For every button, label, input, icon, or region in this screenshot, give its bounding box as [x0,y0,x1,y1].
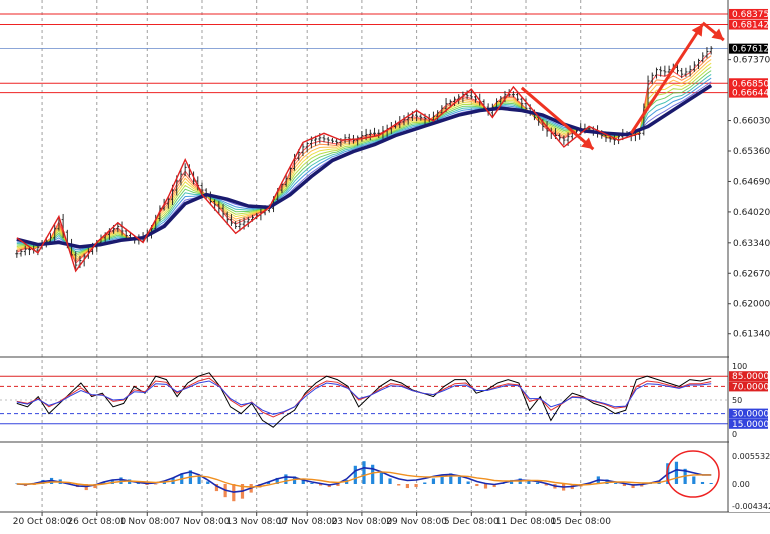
macd-bar-60 [535,482,540,484]
chart-window: 0.61340 0.62000 0.62670 0.63340 0.64020 0.646… [0,0,770,530]
time-tick-label-2: 1 Nov 08:00 [120,517,175,527]
macd-bar-45 [405,484,409,489]
macd-bar-43 [388,478,392,484]
price-tick-label-5: 0.64690 [733,177,770,187]
macd-bar-52 [466,481,470,484]
price-tick-label-1: 0.62000 [733,300,770,310]
time-tick-label-6: 23 Nov 08:00 [332,517,393,527]
osc-level-label-0: 85.0000 [732,372,769,382]
chart-background [0,0,770,530]
macd-bar-79 [700,481,705,484]
macd-bar-44 [397,484,401,486]
osc-tick-label-1: 50 [732,396,742,405]
time-tick-label-5: 17 Nov 08:00 [277,517,338,527]
last-price-label: 0.67612 [732,45,769,55]
price-tick-label-0: 0.61340 [733,330,770,340]
time-tick-label-0: 20 Oct 08:00 [13,517,72,527]
osc-level-label-3: 15.0000 [732,420,769,430]
level-label-0: 0.68375 [732,10,769,20]
price-tick-label-6: 0.65360 [733,147,770,157]
macd-bar-21 [197,475,201,484]
time-tick-label-9: 11 Dec 08:00 [496,517,557,527]
macd-bar-12 [119,477,123,484]
price-tick-label-7: 0.66030 [733,117,770,127]
macd-bar-31 [284,474,288,484]
macd-bar-51 [457,476,462,484]
macd-bar-40 [362,461,366,484]
macd-bar-69 [614,482,618,484]
macd-bar-53 [475,484,479,487]
price-tick-label-8: 0.67370 [733,56,770,66]
macd-bar-16 [154,484,158,485]
osc-tick-label-2: 0 [732,430,737,439]
macd-bar-42 [379,471,383,484]
price-tick-label-3: 0.63340 [733,239,770,249]
macd-bar-78 [692,476,696,484]
macd-bar-47 [423,482,427,484]
macd-bar-39 [353,465,357,484]
price-tick-label-4: 0.64020 [733,208,770,218]
macd-bar-46 [414,484,418,488]
chart-canvas[interactable]: 0.61340 0.62000 0.62670 0.63340 0.64020 0.646… [0,0,770,530]
time-tick-label-3: 7 Nov 08:00 [175,517,230,527]
macd-tick-label-2: -0.0043426 [732,502,770,511]
macd-tick-label-1: 0.00 [732,480,750,489]
osc-level-label-2: 30.0000 [732,410,769,420]
time-tick-label-7: 29 Nov 08:00 [386,517,447,527]
macd-bar-34 [310,482,314,484]
macd-bar-76 [674,461,679,484]
level-label-1: 0.68142 [732,21,769,31]
macd-bar-54 [483,484,488,489]
price-tick-label-2: 0.62670 [733,269,770,279]
macd-bar-80 [709,482,713,484]
level-label-3: 0.66644 [732,89,769,99]
time-tick-label-8: 5 Dec 08:00 [444,517,499,527]
time-tick-label-1: 26 Oct 08:00 [67,517,126,527]
macd-bar-22 [206,481,210,484]
time-tick-label-10: 15 Dec 08:00 [550,517,611,527]
macd-bar-41 [371,464,375,484]
macd-bar-48 [431,478,436,484]
macd-tick-label-0: 0.0055325 [732,452,770,461]
osc-level-label-1: 70.0000 [732,382,769,392]
osc-tick-label-0: 100 [732,362,747,371]
